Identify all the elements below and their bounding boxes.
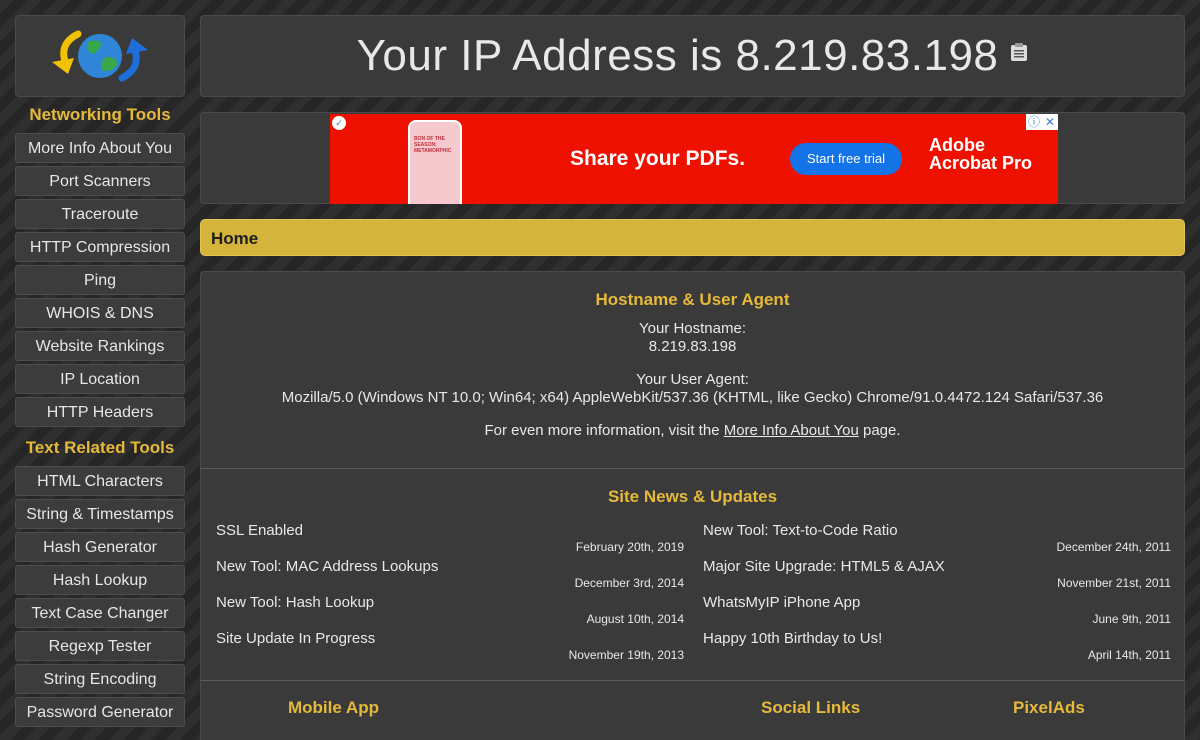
news-date: June 9th, 2011 xyxy=(1092,612,1171,626)
news-item: Major Site Upgrade: HTML5 & AJAX November… xyxy=(703,556,1171,592)
ad-headline: Share your PDFs. xyxy=(570,147,746,170)
main-content: Hostname & User Agent Your Hostname: 8.2… xyxy=(200,271,1185,740)
ad-cta-button[interactable]: Start free trial xyxy=(790,143,902,175)
ad-info-icon[interactable]: ⓘ xyxy=(1026,114,1042,130)
social-links-title: Social Links xyxy=(761,698,861,717)
ip-header: Your IP Address is 8.219.83.198 xyxy=(200,15,1185,97)
news-title[interactable]: Happy 10th Birthday to Us! xyxy=(703,630,882,647)
clipboard-icon[interactable] xyxy=(1010,42,1028,62)
news-left-column: SSL Enabled February 20th, 2019 New Tool: … xyxy=(216,520,684,664)
hostname-label: Your Hostname: xyxy=(638,320,746,337)
section-divider xyxy=(201,680,1184,681)
more-info-link[interactable]: More Info About You xyxy=(724,422,859,439)
news-title[interactable]: New Tool: Text-to-Code Ratio xyxy=(703,522,898,539)
ad-container: ✓ BON OF THE SEASON: METAMORPHIC Share y… xyxy=(200,112,1185,204)
ad-brand: Adobe Acrobat Pro xyxy=(929,136,1032,172)
news-title[interactable]: Site Update In Progress xyxy=(216,630,375,647)
sidebar-item-text-0[interactable]: HTML Characters xyxy=(15,466,185,496)
page-title: Your IP Address is 8.219.83.198 xyxy=(357,31,999,81)
news-date: December 24th, 2011 xyxy=(1056,540,1171,554)
ip-address: 8.219.83.198 xyxy=(735,31,999,80)
news-title[interactable]: New Tool: Hash Lookup xyxy=(216,594,374,611)
text-tools-title: Text Related Tools xyxy=(25,438,175,457)
page-title-prefix: Your IP Address is xyxy=(356,31,723,80)
news-date: April 14th, 2011 xyxy=(1087,648,1171,662)
news-item: New Tool: MAC Address Lookups December 3r… xyxy=(216,556,684,592)
hostname-section-title: Hostname & User Agent xyxy=(595,290,790,309)
sidebar-item-networking-4[interactable]: Ping xyxy=(15,265,185,295)
news-title[interactable]: WhatsMyIP iPhone App xyxy=(703,594,860,611)
breadcrumb-home[interactable]: Home xyxy=(211,229,258,248)
news-date: November 19th, 2013 xyxy=(568,648,684,662)
sidebar-item-networking-2[interactable]: Traceroute xyxy=(15,199,185,229)
sidebar-item-networking-3[interactable]: HTTP Compression xyxy=(15,232,185,262)
news-title[interactable]: SSL Enabled xyxy=(216,522,303,539)
news-title[interactable]: New Tool: MAC Address Lookups xyxy=(216,558,438,575)
news-item: Happy 10th Birthday to Us! April 14th, 20… xyxy=(703,628,1171,664)
user-agent-value: Mozilla/5.0 (Windows NT 10.0; Win64; x64… xyxy=(281,389,1104,406)
news-date: December 3rd, 2014 xyxy=(574,576,684,590)
sidebar-item-text-2[interactable]: Hash Generator xyxy=(15,532,185,562)
hostname-block: Your Hostname: 8.219.83.198 xyxy=(201,320,1184,356)
news-date: August 10th, 2014 xyxy=(586,612,684,626)
close-icon[interactable]: ✕ xyxy=(1042,114,1058,130)
more-info-prefix: For even more information, visit the xyxy=(484,422,720,439)
sidebar-item-text-1[interactable]: String & Timestamps xyxy=(15,499,185,529)
news-right-column: New Tool: Text-to-Code Ratio December 24t… xyxy=(703,520,1171,664)
more-info-line: For even more information, visit the Mor… xyxy=(201,422,1184,440)
news-item: Site Update In Progress November 19th, 20… xyxy=(216,628,684,664)
ad-brand-line1: Adobe xyxy=(929,135,985,155)
hostname-value: 8.219.83.198 xyxy=(648,338,737,355)
ad-phone-graphic: BON OF THE SEASON: METAMORPHIC xyxy=(408,120,462,204)
sidebar-item-text-7[interactable]: Password Generator xyxy=(15,697,185,727)
networking-tools-list: More Info About You Port Scanners Tracerou… xyxy=(15,133,185,427)
news-item: New Tool: Hash Lookup August 10th, 2014 xyxy=(216,592,684,628)
sidebar-item-networking-0[interactable]: More Info About You xyxy=(15,133,185,163)
sidebar-item-text-6[interactable]: String Encoding xyxy=(15,664,185,694)
news-title[interactable]: Major Site Upgrade: HTML5 & AJAX xyxy=(703,558,945,575)
ad-brand-line2: Acrobat Pro xyxy=(929,153,1033,173)
logo[interactable] xyxy=(15,15,185,97)
news-item: SSL Enabled February 20th, 2019 xyxy=(216,520,684,556)
sidebar-item-networking-8[interactable]: HTTP Headers xyxy=(15,397,185,427)
user-agent-block: Your User Agent: Mozilla/5.0 (Windows NT… xyxy=(201,371,1184,407)
sidebar-item-networking-7[interactable]: IP Location xyxy=(15,364,185,394)
pixelads-title: PixelAds xyxy=(1013,698,1085,717)
text-tools-list: HTML Characters String & Timestamps Hash G… xyxy=(15,466,185,727)
more-info-suffix: page. xyxy=(863,422,901,439)
sidebar-item-text-4[interactable]: Text Case Changer xyxy=(15,598,185,628)
globe-arrows-icon xyxy=(52,30,148,82)
news-date: February 20th, 2019 xyxy=(575,540,684,554)
sidebar-item-networking-5[interactable]: WHOIS & DNS xyxy=(15,298,185,328)
sidebar-item-networking-6[interactable]: Website Rankings xyxy=(15,331,185,361)
news-date: November 21st, 2011 xyxy=(1057,576,1171,590)
networking-tools-title: Networking Tools xyxy=(29,105,171,124)
ad-controls: ⓘ ✕ xyxy=(1026,114,1058,130)
sidebar: Networking Tools More Info About You Port… xyxy=(15,15,185,730)
ad-banner[interactable]: ✓ BON OF THE SEASON: METAMORPHIC Share y… xyxy=(330,114,1058,204)
section-divider xyxy=(201,468,1184,469)
news-item: New Tool: Text-to-Code Ratio December 24t… xyxy=(703,520,1171,556)
ad-privacy-icon[interactable]: ✓ xyxy=(332,116,346,130)
sidebar-item-networking-1[interactable]: Port Scanners xyxy=(15,166,185,196)
ad-phone-text: BON OF THE SEASON: METAMORPHIC xyxy=(414,136,452,154)
mobile-app-title: Mobile App xyxy=(288,698,379,717)
sidebar-item-text-5[interactable]: Regexp Tester xyxy=(15,631,185,661)
sidebar-item-text-3[interactable]: Hash Lookup xyxy=(15,565,185,595)
news-section-title: Site News & Updates xyxy=(607,487,778,506)
user-agent-label: Your User Agent: xyxy=(636,371,749,388)
breadcrumb: Home xyxy=(200,219,1185,256)
news-item: WhatsMyIP iPhone App June 9th, 2011 xyxy=(703,592,1171,628)
